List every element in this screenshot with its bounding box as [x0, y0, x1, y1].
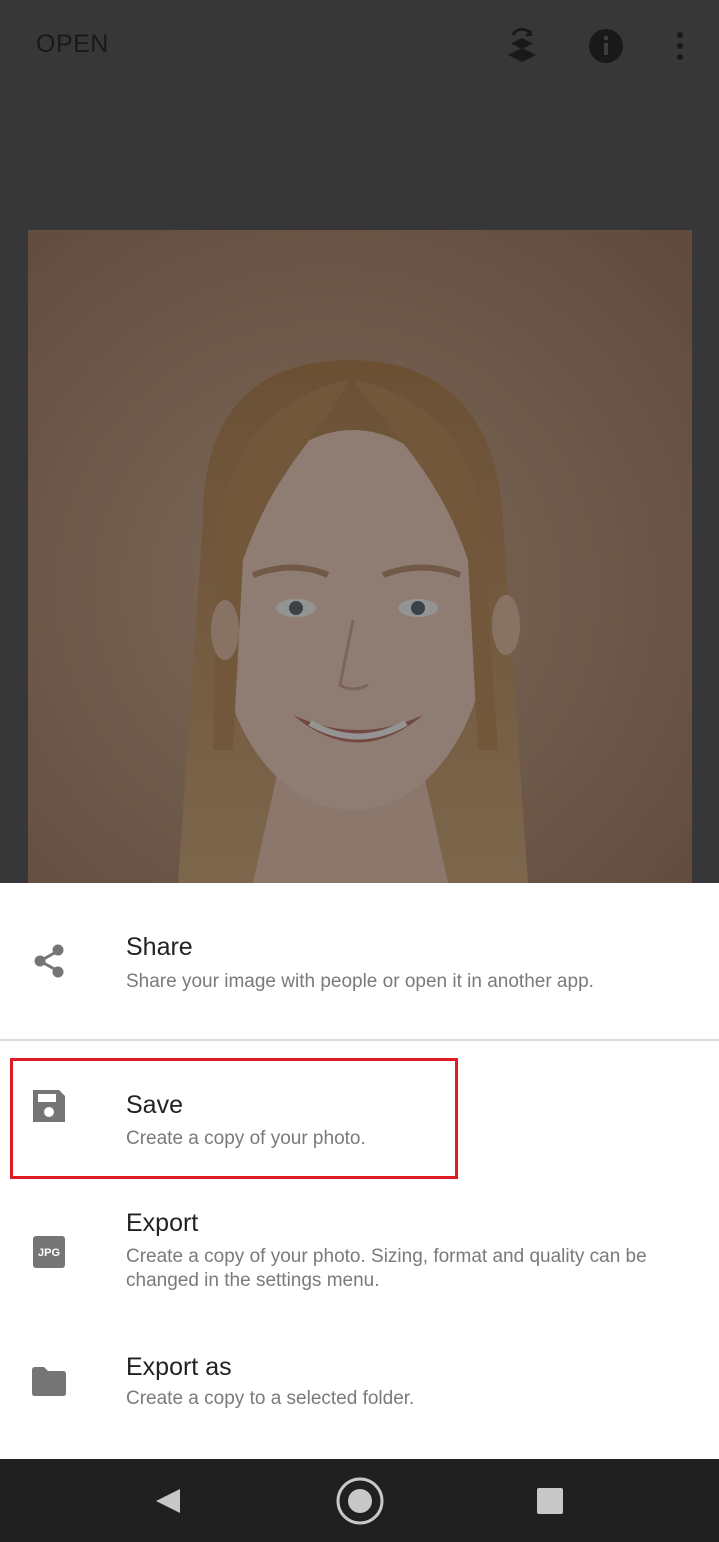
- share-icon: [28, 940, 70, 982]
- export-as-subtitle: Create a copy to a selected folder.: [126, 1388, 415, 1409]
- layers-rotate-icon[interactable]: [502, 26, 542, 66]
- top-app-bar: OPEN: [0, 0, 719, 96]
- share-subtitle: Share your image with people or open it …: [126, 971, 594, 992]
- share-option[interactable]: Share Share your image with people or op…: [0, 883, 719, 1039]
- info-icon[interactable]: [586, 26, 626, 66]
- jpg-icon-label: JPG: [38, 1247, 60, 1259]
- system-navigation-bar: [0, 1459, 719, 1542]
- back-icon[interactable]: [142, 1475, 194, 1527]
- export-subtitle: Create a copy of your photo. Sizing, for…: [126, 1246, 647, 1291]
- recents-icon[interactable]: [524, 1475, 576, 1527]
- export-title: Export: [126, 1209, 199, 1237]
- export-option[interactable]: JPG Export Create a copy of your photo. …: [0, 1181, 719, 1323]
- folder-icon: [28, 1360, 70, 1402]
- open-button[interactable]: OPEN: [36, 30, 109, 59]
- export-as-title: Export as: [126, 1353, 232, 1381]
- save-highlight-box: [10, 1058, 458, 1179]
- home-icon[interactable]: [334, 1475, 386, 1527]
- export-as-option[interactable]: Export as Create a copy to a selected fo…: [0, 1323, 719, 1459]
- share-bottom-sheet: Share Share your image with people or op…: [0, 883, 719, 1459]
- jpg-icon: JPG: [28, 1231, 70, 1273]
- share-title: Share: [126, 933, 193, 961]
- more-vert-icon[interactable]: [660, 26, 700, 66]
- photo-preview: [28, 230, 692, 883]
